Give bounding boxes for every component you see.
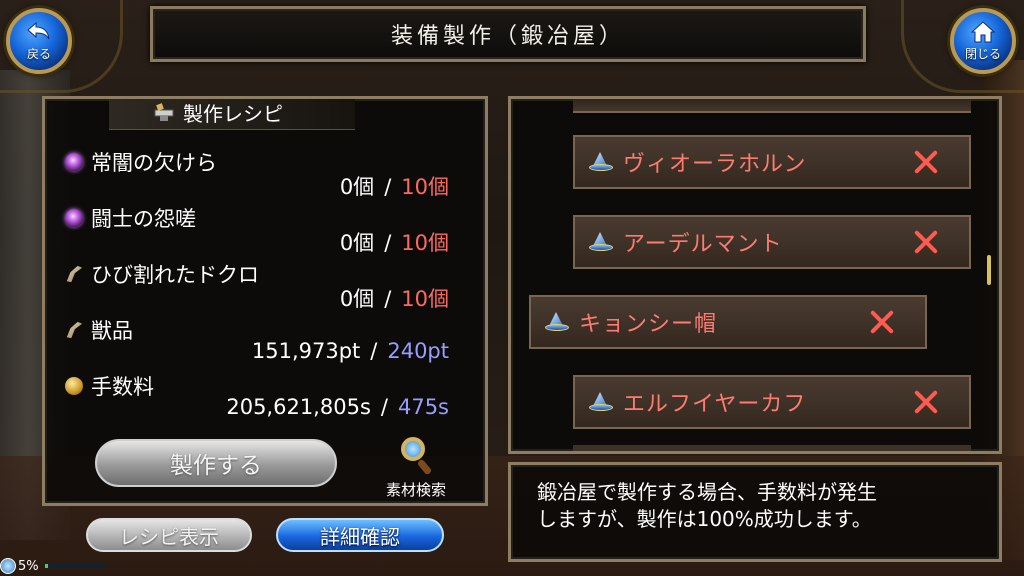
material-required: 10個 — [401, 287, 449, 311]
status-bar — [44, 564, 105, 568]
status-percent: 5% — [18, 558, 39, 574]
material-row: 手数料 — [65, 371, 154, 401]
back-button[interactable]: 戻る — [6, 8, 72, 74]
magnifier-icon — [399, 437, 433, 477]
material-amount: 205,621,805s / 475s — [226, 395, 449, 419]
list-item-partial — [573, 445, 971, 451]
back-label: 戻る — [26, 46, 51, 61]
item-name: キョンシー帽 — [579, 312, 718, 337]
material-search-label: 素材検索 — [385, 481, 446, 499]
item-name: エルフイヤーカフ — [623, 392, 807, 417]
material-row: 常闇の欠けら — [65, 147, 217, 177]
item-list-panel[interactable]: ヴィオーラホルン アーデルマント キョンシー帽 エルフイヤーカフ — [508, 96, 1002, 454]
material-required: 475s — [397, 395, 449, 419]
material-owned: 151,973pt — [251, 339, 361, 363]
recipe-heading: 製作レシピ — [153, 97, 283, 127]
amount-separator: / — [384, 287, 392, 311]
anvil-icon — [154, 103, 174, 121]
material-search-button[interactable]: 素材検索 — [373, 437, 459, 501]
craft-button[interactable]: 製作する — [95, 439, 337, 487]
info-line: しますが、製作は100%成功します。 — [537, 507, 872, 531]
material-owned: 0個 — [339, 231, 375, 255]
unavailable-x-icon — [869, 309, 895, 335]
item-name: ヴィオーラホルン — [623, 152, 807, 177]
material-row: 獣品 — [65, 315, 133, 345]
wizard-hat-icon — [589, 152, 613, 172]
status-indicator: 5% — [0, 556, 105, 576]
material-owned: 205,621,805s — [226, 395, 371, 419]
amount-separator: / — [380, 395, 388, 419]
purple-orb-icon — [65, 153, 83, 171]
unavailable-x-icon — [913, 389, 939, 415]
material-owned: 0個 — [339, 287, 375, 311]
amount-separator: / — [384, 231, 392, 255]
material-row: 闘士の怨嗟 — [65, 203, 196, 233]
amount-separator: / — [384, 175, 392, 199]
close-label: 閉じる — [964, 46, 1001, 61]
unavailable-x-icon — [913, 149, 939, 175]
material-amount: 151,973pt / 240pt — [252, 339, 449, 363]
list-scrollbar[interactable] — [987, 255, 991, 285]
coin-icon — [65, 377, 83, 395]
material-required: 10個 — [401, 175, 449, 199]
material-name: 闘士の怨嗟 — [91, 207, 196, 231]
list-item[interactable]: エルフイヤーカフ — [573, 375, 971, 429]
item-name: アーデルマント — [623, 232, 783, 257]
recipe-heading-label: 製作レシピ — [183, 101, 283, 126]
material-name: 獣品 — [91, 319, 133, 343]
back-arrow-icon — [27, 21, 50, 39]
wizard-hat-icon — [545, 312, 569, 332]
close-button[interactable]: 閉じる — [950, 8, 1016, 74]
unavailable-x-icon — [913, 229, 939, 255]
info-panel: 鍛冶屋で製作する場合、手数料が発生 しますが、製作は100%成功します。 — [508, 462, 1002, 562]
status-icon — [0, 558, 16, 574]
wizard-hat-icon — [589, 392, 613, 412]
status-bar-fill — [44, 564, 48, 568]
material-name: 手数料 — [91, 375, 154, 399]
material-name: ひび割れたドクロ — [91, 263, 259, 287]
list-item-partial — [573, 99, 971, 113]
wizard-hat-icon — [589, 232, 613, 252]
material-amount: 0個 / 10個 — [340, 283, 449, 313]
material-owned: 0個 — [339, 175, 375, 199]
material-row: ひび割れたドクロ — [65, 259, 259, 289]
material-required: 240pt — [387, 339, 449, 363]
title-bar: 装備製作（鍛冶屋） — [150, 6, 866, 62]
list-item[interactable]: ヴィオーラホルン — [573, 135, 971, 189]
home-icon — [970, 20, 996, 42]
page-title: 装備製作（鍛冶屋） — [390, 24, 625, 49]
recipe-panel: 製作レシピ 常闇の欠けら 0個 / 10個 闘士の怨嗟 0個 / 10個 ひび割れたドク… — [42, 96, 488, 506]
info-text: 鍛冶屋で製作する場合、手数料が発生 しますが、製作は100%成功します。 — [537, 479, 977, 533]
list-item[interactable]: アーデルマント — [573, 215, 971, 269]
purple-orb-icon — [65, 209, 83, 227]
material-amount: 0個 / 10個 — [340, 227, 449, 257]
claw-icon — [66, 265, 83, 283]
amount-separator: / — [370, 339, 378, 363]
material-amount: 0個 / 10個 — [340, 171, 449, 201]
info-line: 鍛冶屋で製作する場合、手数料が発生 — [537, 480, 877, 504]
material-required: 10個 — [401, 231, 449, 255]
detail-check-button[interactable]: 詳細確認 — [276, 518, 444, 552]
list-item-selected[interactable]: キョンシー帽 — [529, 295, 927, 349]
claw-icon — [66, 321, 83, 339]
material-name: 常闇の欠けら — [91, 151, 217, 175]
recipe-view-button[interactable]: レシピ表示 — [86, 518, 252, 552]
